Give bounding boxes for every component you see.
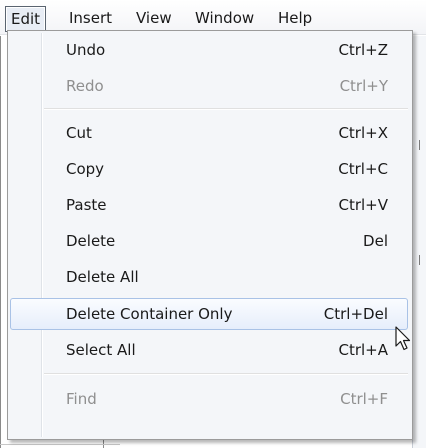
menu-item-delete-all[interactable]: Delete All (10, 261, 408, 293)
menu-item-shortcut: Ctrl+X (338, 124, 388, 142)
menu-insert[interactable]: Insert (63, 7, 118, 29)
menu-item-label: Delete All (66, 268, 139, 286)
edit-dropdown-menu: Undo Ctrl+Z Redo Ctrl+Y Cut Ctrl+X Copy … (7, 30, 413, 440)
menu-item-delete-container-only[interactable]: Delete Container Only Ctrl+Del (10, 298, 408, 330)
menu-edit[interactable]: Edit (5, 6, 47, 32)
window-border-left (0, 36, 1, 448)
menu-item-shortcut: Ctrl+C (338, 160, 388, 178)
menu-item-shortcut: Del (363, 232, 388, 250)
menu-item-label: Find (66, 390, 97, 408)
menu-item-cut[interactable]: Cut Ctrl+X (10, 117, 408, 149)
menu-view[interactable]: View (130, 7, 178, 29)
menu-item-shortcut: Ctrl+F (340, 390, 388, 408)
menu-separator (44, 373, 408, 375)
menu-item-find[interactable]: Find Ctrl+F (10, 383, 408, 415)
background-rule (0, 444, 120, 445)
menu-item-label: Redo (66, 77, 104, 95)
menu-item-label: Undo (66, 41, 106, 59)
menu-help[interactable]: Help (272, 7, 318, 29)
menu-item-shortcut: Ctrl+V (338, 196, 388, 214)
menu-item-shortcut: Ctrl+Y (339, 77, 388, 95)
menu-item-label: Copy (66, 160, 105, 178)
background-panel-edge (412, 36, 426, 448)
menu-item-label: Cut (66, 124, 92, 142)
mouse-pointer-icon (395, 326, 411, 351)
menu-item-delete[interactable]: Delete Del (10, 225, 408, 257)
menu-item-label: Delete (66, 232, 116, 250)
menu-item-label: Delete Container Only (66, 305, 233, 323)
menu-item-shortcut: Ctrl+A (338, 341, 388, 359)
menu-item-undo[interactable]: Undo Ctrl+Z (10, 34, 408, 66)
background-tick (419, 140, 426, 150)
menu-item-redo[interactable]: Redo Ctrl+Y (10, 70, 408, 102)
menu-item-label: Paste (66, 196, 107, 214)
menu-item-paste[interactable]: Paste Ctrl+V (10, 189, 408, 221)
menu-item-copy[interactable]: Copy Ctrl+C (10, 153, 408, 185)
menu-item-shortcut: Ctrl+Del (323, 305, 388, 323)
menu-item-shortcut: Ctrl+Z (338, 41, 388, 59)
background-tick (419, 255, 426, 265)
menu-separator (44, 108, 408, 110)
menu-item-select-all[interactable]: Select All Ctrl+A (10, 334, 408, 366)
menu-item-label: Select All (66, 341, 136, 359)
menu-window[interactable]: Window (189, 7, 260, 29)
